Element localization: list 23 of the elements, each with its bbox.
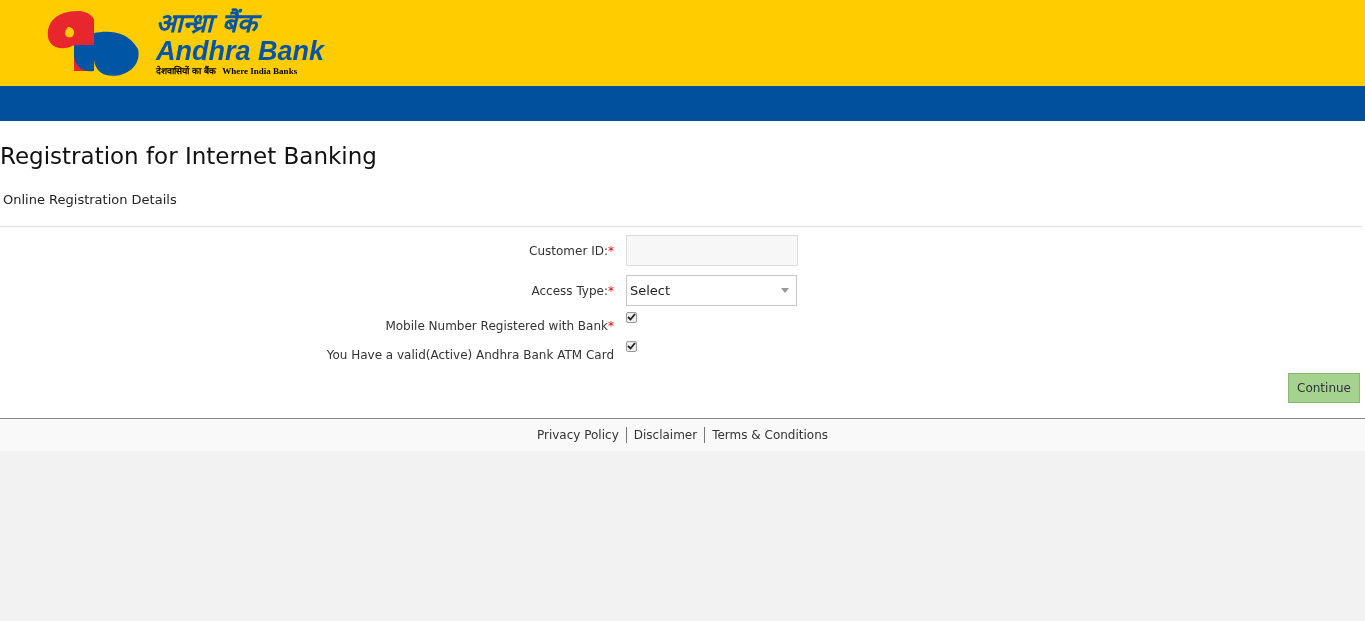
required-mark: * [608, 282, 614, 300]
logo-symbol-icon [46, 9, 142, 77]
required-mark: * [608, 242, 614, 260]
customer-id-field[interactable] [626, 235, 798, 266]
required-mark: * [608, 317, 614, 335]
checkbox[interactable] [626, 311, 637, 323]
field-label: Mobile Number Registered with Bank [385, 317, 608, 335]
footer-link[interactable]: Privacy Policy [536, 425, 619, 444]
access-type-dropdown[interactable]: Select [626, 275, 797, 306]
continue-button[interactable]: Continue [1288, 372, 1360, 403]
field-label: Access Type: [531, 282, 608, 300]
checkbox[interactable] [626, 340, 637, 352]
page-title: Registration for Internet Banking [0, 142, 378, 171]
logo-tagline-hindi: देशवासियों का बैंक [156, 67, 217, 76]
footer-link[interactable]: Disclaimer [633, 425, 698, 444]
logo-tagline: Where India Banks [222, 67, 298, 76]
logo-hindi-text: आन्ध्रा बैंक [156, 10, 325, 36]
footer-link[interactable]: Terms & Conditions [712, 425, 829, 444]
logo-name: Andhra Bank [156, 38, 325, 65]
field-label: Customer ID: [529, 242, 608, 260]
caret-icon [781, 288, 789, 293]
section-title: Online Registration Details [3, 191, 178, 209]
field-label: You Have a valid(Active) Andhra Bank ATM Card [326, 346, 614, 364]
